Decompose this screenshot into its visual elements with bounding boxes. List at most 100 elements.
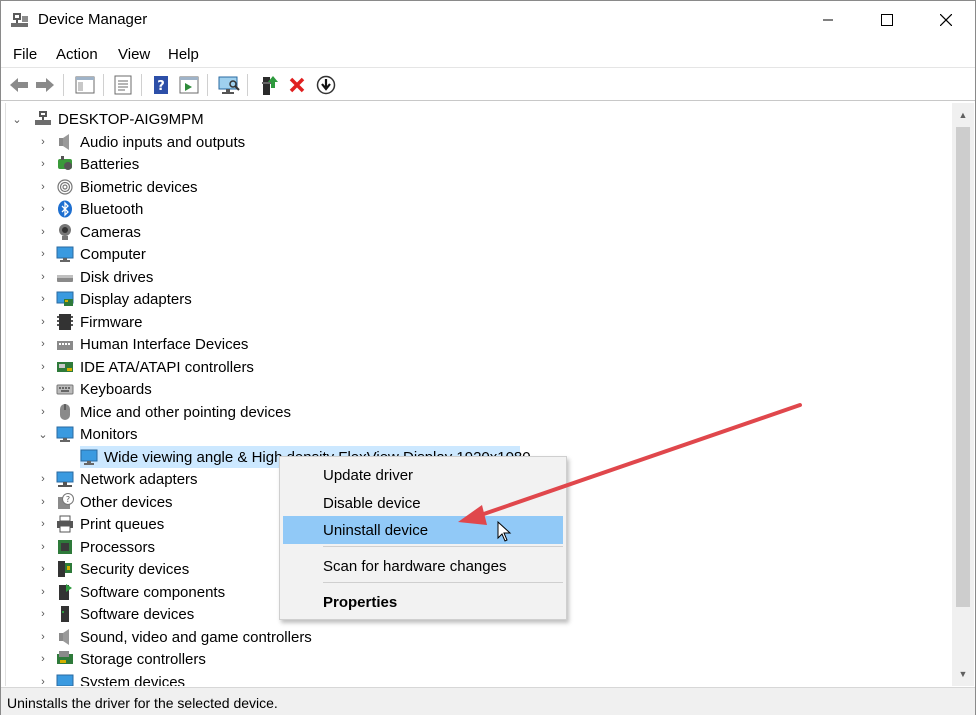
show-hide-console-tree-button[interactable]: [73, 73, 97, 97]
chevron-down-icon[interactable]: ⌄: [11, 112, 23, 126]
uninstall-icon: [288, 76, 306, 94]
chevron-right-icon[interactable]: ›: [37, 540, 49, 554]
forward-button[interactable]: [33, 73, 57, 97]
monitor-icon: [56, 425, 74, 443]
disable-device-button[interactable]: [314, 73, 338, 97]
chevron-right-icon[interactable]: ›: [37, 292, 49, 306]
properties-menu-item[interactable]: Properties: [283, 588, 563, 616]
chevron-right-icon[interactable]: ›: [37, 562, 49, 576]
scan-hardware-changes-menu-item[interactable]: Scan for hardware changes: [283, 552, 563, 580]
chevron-right-icon[interactable]: ›: [37, 270, 49, 284]
chevron-right-icon[interactable]: ›: [37, 247, 49, 261]
uninstall-button[interactable]: [285, 73, 309, 97]
chevron-right-icon[interactable]: ›: [37, 585, 49, 599]
chevron-right-icon[interactable]: ›: [37, 135, 49, 149]
mouse-icon: [56, 403, 74, 421]
tree-category-node[interactable]: ›Cameras: [6, 221, 952, 243]
root: [34, 110, 52, 128]
tree-root-node[interactable]: ⌄DESKTOP-AIG9MPM: [6, 108, 952, 130]
tree-category-node[interactable]: › Human Interface Devices: [6, 333, 952, 355]
chevron-right-icon[interactable]: ›: [37, 337, 49, 351]
computer-icon: [56, 245, 74, 263]
tree-node-label: Biometric devices: [80, 179, 198, 196]
tree-node-label: Sound, video and game controllers: [80, 629, 312, 646]
chevron-right-icon[interactable]: ›: [37, 157, 49, 171]
update-driver-button[interactable]: [257, 73, 281, 97]
maximize-button[interactable]: [858, 1, 916, 39]
tree-category-node[interactable]: ›IDE ATA/ATAPI controllers: [6, 356, 952, 378]
storage-controller-icon: [56, 650, 74, 668]
fingerprint-icon: [56, 178, 74, 196]
minimize-button[interactable]: [799, 1, 857, 39]
tree-category-node[interactable]: › Biometric devices: [6, 176, 952, 198]
tree-category-node[interactable]: ›System devices: [6, 671, 952, 686]
close-button[interactable]: [917, 1, 975, 39]
chevron-right-icon[interactable]: ›: [37, 315, 49, 329]
chevron-right-icon[interactable]: ›: [37, 472, 49, 486]
menu-view[interactable]: View: [118, 46, 150, 63]
chevron-right-icon[interactable]: ›: [37, 225, 49, 239]
chevron-right-icon[interactable]: ›: [37, 652, 49, 666]
vertical-scrollbar[interactable]: ▲ ▼: [952, 103, 974, 686]
action-pane-button[interactable]: [177, 73, 201, 97]
properties-button[interactable]: [111, 73, 135, 97]
update-driver-icon: [259, 74, 279, 96]
tree-category-node[interactable]: ›Batteries: [6, 153, 952, 175]
chevron-right-icon[interactable]: ›: [37, 382, 49, 396]
menu-file[interactable]: File: [13, 46, 37, 63]
update-driver-menu-item[interactable]: Update driver: [283, 461, 563, 489]
chevron-right-icon[interactable]: ›: [37, 607, 49, 621]
chevron-down-icon[interactable]: ⌄: [37, 427, 49, 441]
title-bar[interactable]: Device Manager: [1, 1, 975, 39]
close-icon: [940, 14, 952, 26]
tree-category-node[interactable]: › Bluetooth: [6, 198, 952, 220]
chevron-right-icon[interactable]: ›: [37, 202, 49, 216]
chevron-right-icon[interactable]: ›: [37, 675, 49, 686]
software-component-icon: [56, 583, 74, 601]
chevron-right-icon[interactable]: ›: [37, 360, 49, 374]
scan-hardware-button[interactable]: [217, 73, 241, 97]
menu-separator: [323, 546, 563, 547]
device-manager-window: Device Manager File Action View Help: [0, 0, 976, 715]
chevron-right-icon[interactable]: ›: [37, 495, 49, 509]
window-title: Device Manager: [38, 11, 147, 28]
chevron-right-icon[interactable]: ›: [37, 405, 49, 419]
scroll-thumb[interactable]: [956, 127, 970, 607]
chevron-right-icon[interactable]: ›: [37, 630, 49, 644]
menu-action[interactable]: Action: [56, 46, 98, 63]
help-button[interactable]: ?: [149, 73, 173, 97]
tree-category-node[interactable]: ›Audio inputs and outputs: [6, 131, 952, 153]
tree-node-label: Firmware: [80, 314, 143, 331]
tree-category-node[interactable]: ›Mice and other pointing devices: [6, 401, 952, 423]
tree-category-node[interactable]: › Sound, video and game controllers: [6, 626, 952, 648]
tree-category-node[interactable]: ›Keyboards: [6, 378, 952, 400]
software-device-icon: [56, 605, 74, 623]
toolbar-separator: [207, 74, 208, 96]
menu-help[interactable]: Help: [168, 46, 199, 63]
back-button[interactable]: [7, 73, 31, 97]
properties-icon: [113, 75, 133, 95]
tree-category-node[interactable]: ⌄Monitors: [6, 423, 952, 445]
scroll-down-arrow-icon[interactable]: ▼: [952, 664, 974, 684]
disable-device-menu-item[interactable]: Disable device: [283, 489, 563, 517]
network-adapter-icon: [56, 470, 74, 488]
tree-node-label: Bluetooth: [80, 201, 143, 218]
action-pane-icon: [179, 76, 199, 94]
keyboard-icon: [56, 380, 74, 398]
status-bar: Uninstalls the driver for the selected d…: [1, 687, 975, 715]
tree-category-node[interactable]: › Firmware: [6, 311, 952, 333]
tree-node-label: Network adapters: [80, 471, 198, 488]
chevron-right-icon[interactable]: ›: [37, 180, 49, 194]
tree-category-node[interactable]: ›Disk drives: [6, 266, 952, 288]
chevron-right-icon[interactable]: ›: [37, 517, 49, 531]
unknown-device-icon: ?: [56, 493, 74, 511]
toolbar-separator: [63, 74, 64, 96]
tree-category-node[interactable]: ›Computer: [6, 243, 952, 265]
uninstall-device-menu-item[interactable]: Uninstall device: [283, 516, 563, 544]
scan-hardware-icon: [218, 75, 240, 95]
status-text: Uninstalls the driver for the selected d…: [7, 695, 278, 711]
tree-category-node[interactable]: ›Storage controllers: [6, 648, 952, 670]
tree-category-node[interactable]: ›Display adapters: [6, 288, 952, 310]
tree-node-label: Human Interface Devices: [80, 336, 248, 353]
scroll-up-arrow-icon[interactable]: ▲: [952, 105, 974, 125]
